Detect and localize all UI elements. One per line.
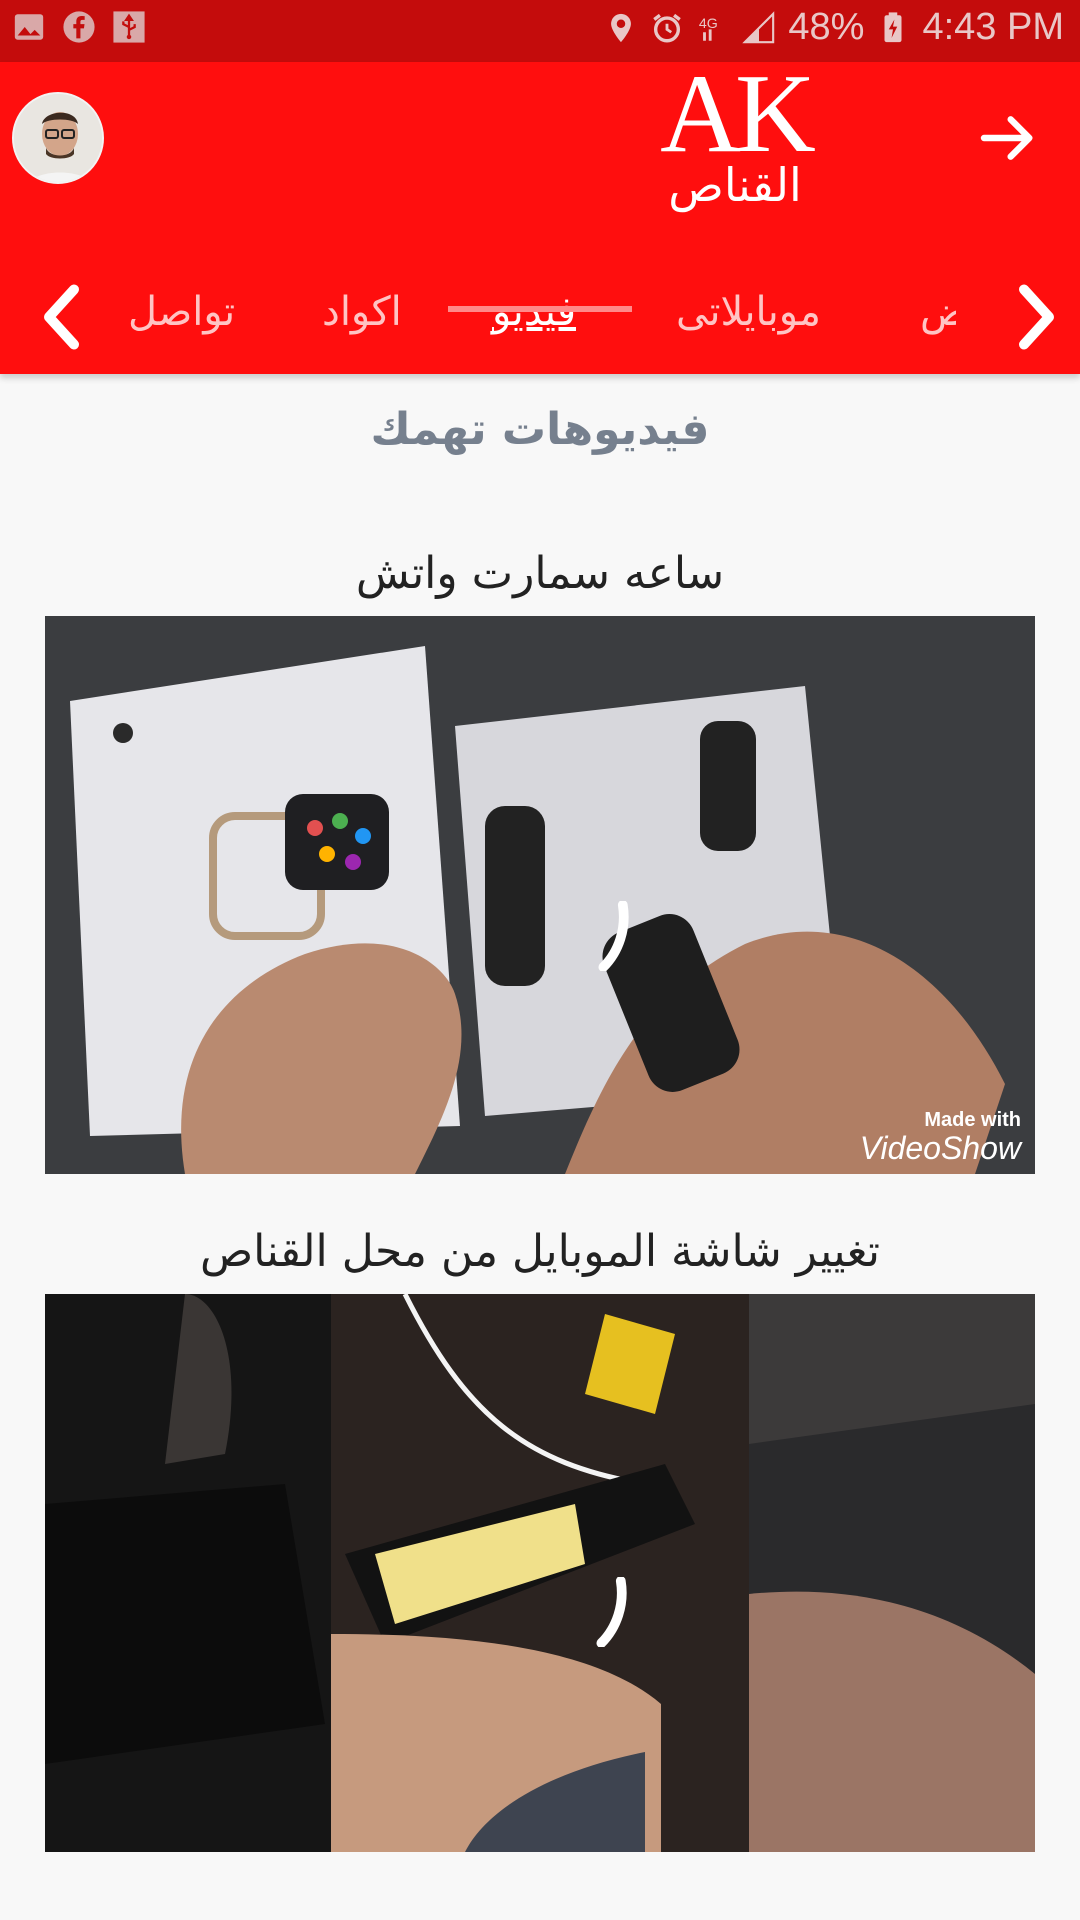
signal-icon — [742, 10, 775, 43]
video-1-preview-image — [45, 616, 1035, 1174]
tab-video[interactable]: فيديو — [492, 282, 576, 342]
location-icon — [611, 13, 632, 42]
app-header: AK القناص تواصل اكواد فيديو موبايلاتى ض — [0, 52, 1080, 374]
tab-codes[interactable]: اكواد — [322, 282, 402, 342]
video-title-2[interactable]: تغيير شاشة الموبايل من محل القناص — [0, 1226, 1080, 1277]
loading-spinner — [596, 1577, 627, 1647]
section-title: فيديوهات تهمك — [370, 404, 710, 455]
avatar-image — [14, 94, 102, 182]
video-thumbnail-2[interactable] — [45, 1294, 1035, 1852]
facebook-icon — [63, 11, 95, 43]
chevron-right-icon[interactable] — [1004, 282, 1064, 352]
tab-bar: تواصل اكواد فيديو موبايلاتى ض — [0, 262, 1080, 374]
watermark-line-1: Made with — [924, 1109, 1021, 1131]
tab-partial[interactable]: ض — [920, 282, 956, 342]
avatar[interactable] — [12, 92, 104, 184]
video-thumbnail-1[interactable]: Made with VideoShow — [45, 616, 1035, 1174]
app-logo: AK القناص — [640, 52, 830, 212]
battery-percentage: 48% — [788, 6, 865, 48]
tab-my-mobiles[interactable]: موبايلاتى — [676, 282, 821, 342]
chevron-left-icon[interactable] — [34, 282, 94, 352]
active-tab-indicator — [448, 306, 632, 312]
status-time: 4:43 PM — [922, 6, 1064, 48]
status-left-icons — [12, 10, 146, 44]
tab-contact[interactable]: تواصل — [128, 282, 235, 342]
video-title-1[interactable]: ساعه سمارت واتش — [0, 548, 1080, 599]
logo-subtitle: القناص — [668, 158, 802, 212]
video-watermark: Made with VideoShow — [860, 1109, 1021, 1164]
image-icon — [14, 14, 44, 40]
usb-icon — [113, 11, 145, 43]
battery-charging-icon — [884, 11, 902, 42]
alarm-icon — [653, 13, 682, 42]
status-right-icons: 4G 48% 4:43 PM — [604, 6, 1064, 49]
svg-text:4G: 4G — [699, 16, 718, 32]
4g-icon: 4G — [699, 16, 718, 41]
loading-spinner — [598, 901, 629, 971]
video-2-preview-image — [45, 1294, 1035, 1852]
status-bar: 4G 48% 4:43 PM — [0, 0, 1080, 62]
arrow-right-icon[interactable] — [976, 106, 1040, 170]
watermark-line-2: VideoShow — [859, 1130, 1021, 1166]
logo-text: AK — [660, 52, 816, 176]
